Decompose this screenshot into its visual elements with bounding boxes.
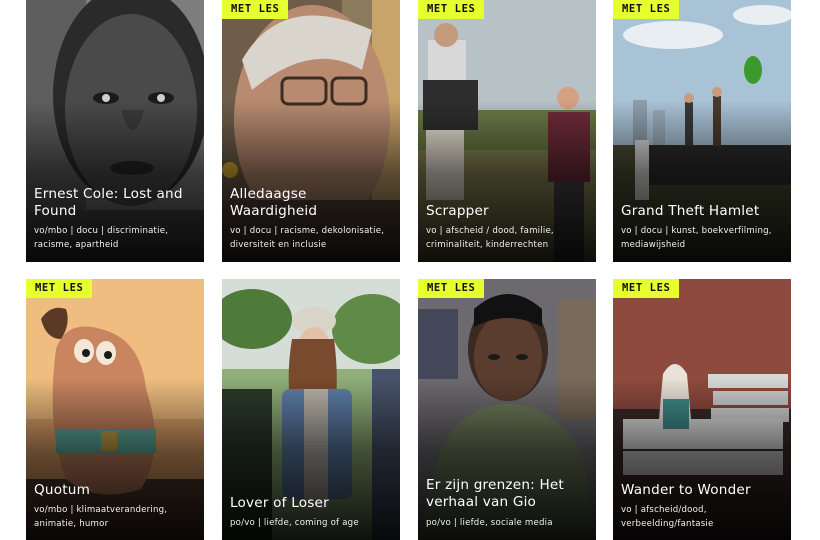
film-title: Wander to Wonder xyxy=(621,482,751,498)
met-les-badge: MET LES xyxy=(222,0,289,19)
film-card-ernest-cole[interactable]: Ernest Cole: Lost and Found vo/mbo | doc… xyxy=(26,0,204,262)
film-card-grand-theft-hamlet[interactable]: MET LES Grand Theft Hamlet vo | docu | k… xyxy=(613,0,791,262)
film-meta: vo | docu | kunst, boekverfilming, media… xyxy=(621,226,772,250)
film-meta: po/vo | liefde, sociale media xyxy=(426,518,553,528)
film-title: Quotum xyxy=(34,482,91,498)
film-title: Lover of Loser xyxy=(230,495,329,511)
film-card-alledaagse-waardigheid[interactable]: MET LES Alledaagse Waardigheid vo | docu… xyxy=(222,0,400,262)
film-card-quotum[interactable]: MET LES Quotum vo/mbo | klimaatveranderi… xyxy=(26,279,204,540)
film-title: Scrapper xyxy=(426,203,489,219)
film-meta: vo | afscheid / dood, familie, criminali… xyxy=(426,226,554,250)
film-meta: vo | afscheid/dood, verbeelding/fantasie xyxy=(621,505,714,529)
film-card-scrapper[interactable]: MET LES Scrapper vo | afscheid / dood, f… xyxy=(418,0,596,262)
met-les-badge: MET LES xyxy=(418,0,485,19)
film-card-wander-to-wonder[interactable]: MET LES Wander to Wonder vo | afscheid/d… xyxy=(613,279,791,540)
met-les-badge: MET LES xyxy=(613,279,680,298)
film-card-lover-of-loser[interactable]: Lover of Loser po/vo | liefde, coming of… xyxy=(222,279,400,540)
met-les-badge: MET LES xyxy=(26,279,93,298)
film-title: Grand Theft Hamlet xyxy=(621,203,760,219)
film-meta: po/vo | liefde, coming of age xyxy=(230,518,359,528)
film-grid: Ernest Cole: Lost and Found vo/mbo | doc… xyxy=(0,0,820,540)
met-les-badge: MET LES xyxy=(613,0,680,19)
met-les-badge: MET LES xyxy=(418,279,485,298)
film-meta: vo/mbo | klimaatverandering, animatie, h… xyxy=(34,505,168,529)
film-title: Ernest Cole: Lost and Found xyxy=(34,186,183,219)
film-meta: vo/mbo | docu | discriminatie, racisme, … xyxy=(34,226,169,250)
film-title: Alledaagse Waardigheid xyxy=(230,186,318,219)
film-card-er-zijn-grenzen[interactable]: MET LES Er zijn grenzen: Het verhaal van… xyxy=(418,279,596,540)
film-meta: vo | docu | racisme, dekolonisatie, dive… xyxy=(230,226,385,250)
film-title: Er zijn grenzen: Het verhaal van Gio xyxy=(426,477,564,510)
